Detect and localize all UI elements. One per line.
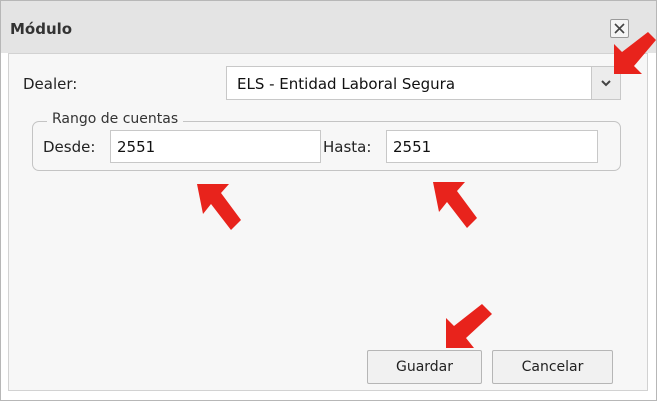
red-arrow-icon bbox=[197, 184, 241, 230]
chevron-down-icon bbox=[601, 80, 611, 87]
red-arrow-icon bbox=[433, 182, 477, 228]
dealer-select-value: ELS - Entidad Laboral Segura bbox=[237, 75, 456, 93]
hasta-input[interactable]: 2551 bbox=[386, 130, 598, 163]
desde-input[interactable]: 2551 bbox=[110, 130, 321, 163]
red-arrow-icon bbox=[446, 304, 492, 348]
dialog-title: Módulo bbox=[10, 20, 73, 38]
dealer-label: Dealer: bbox=[23, 75, 78, 93]
range-legend: Rango de cuentas bbox=[47, 111, 184, 127]
cancel-button[interactable]: Cancelar bbox=[492, 350, 613, 384]
dialog-titlebar: Módulo bbox=[1, 1, 656, 53]
save-button[interactable]: Guardar bbox=[367, 350, 482, 384]
dealer-select[interactable]: ELS - Entidad Laboral Segura bbox=[226, 66, 621, 100]
modulo-dialog: Módulo Dealer: ELS - Entidad Laboral Seg… bbox=[0, 0, 657, 401]
hasta-label: Hasta: bbox=[323, 138, 372, 156]
range-fieldset: Rango de cuentas Desde: 2551 Hasta: 2551 bbox=[32, 111, 621, 171]
desde-label: Desde: bbox=[43, 138, 96, 156]
red-arrow-icon bbox=[614, 32, 656, 74]
dialog-body: Dealer: ELS - Entidad Laboral Segura Ran… bbox=[8, 53, 648, 391]
